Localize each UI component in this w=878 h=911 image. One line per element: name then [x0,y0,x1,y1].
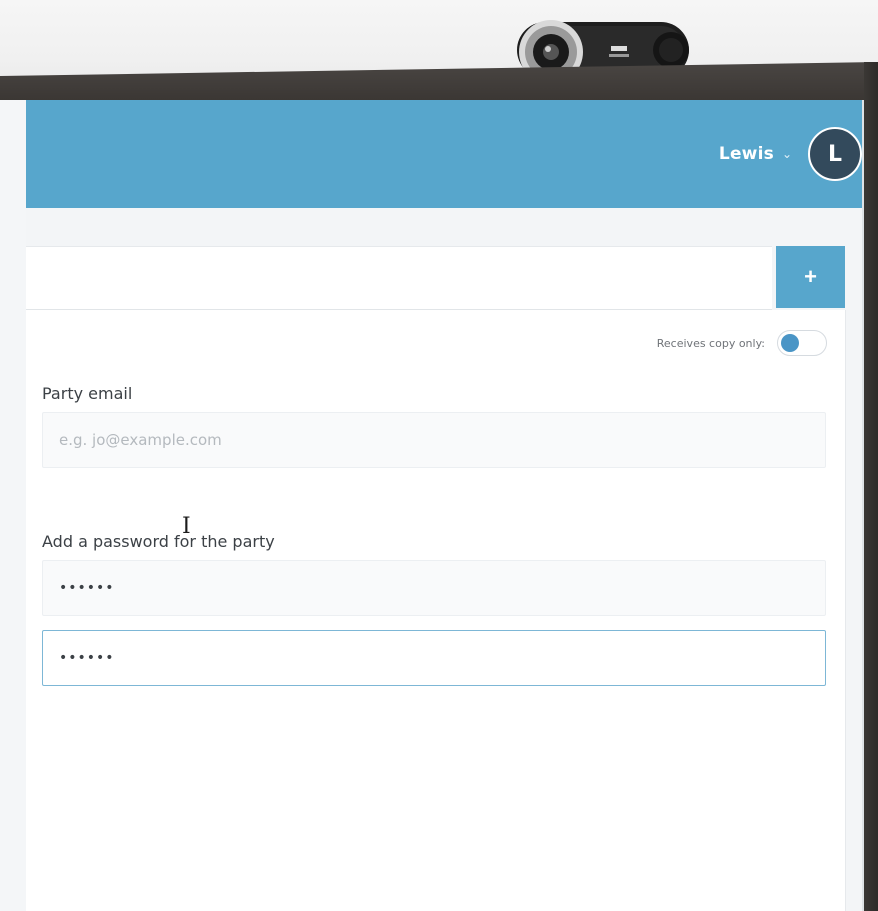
user-menu[interactable]: Lewis ⌄ L [719,122,862,186]
text-cursor-icon: I [182,514,191,539]
parties-bar [26,246,772,311]
chevron-down-icon[interactable]: ⌄ [782,147,792,161]
password-input[interactable] [42,560,826,616]
plus-icon: + [804,264,817,289]
screen-edge [862,100,864,911]
copy-only-row: Receives copy only: [657,330,827,356]
add-party-button[interactable]: + [776,246,845,308]
avatar[interactable]: L [808,127,862,181]
party-email-input[interactable] [42,412,826,468]
email-label: Party email [42,384,133,403]
copy-only-toggle[interactable] [777,330,827,356]
avatar-initial: L [827,141,843,167]
screen: Lewis ⌄ L + Receives copy only: Party em… [0,100,864,911]
user-name[interactable]: Lewis [719,144,774,164]
party-form-card: Receives copy only: Party email Add a pa… [26,310,846,911]
content-area: + Receives copy only: Party email Add a … [26,208,864,911]
toggle-knob [781,334,799,352]
password-label: Add a password for the party [42,532,275,551]
app-header: Lewis ⌄ L [26,100,864,208]
copy-only-label: Receives copy only: [656,336,765,350]
password-confirm-input[interactable] [42,630,826,686]
monitor-bezel-right [864,62,878,911]
